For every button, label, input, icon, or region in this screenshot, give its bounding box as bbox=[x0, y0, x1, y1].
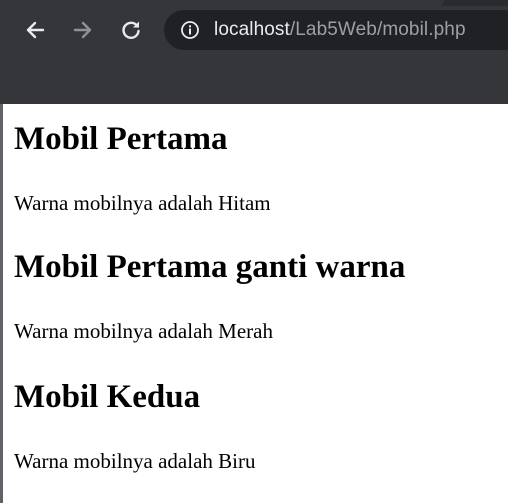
car-heading: Mobil Pertama bbox=[14, 121, 228, 157]
active-tab-edge bbox=[0, 0, 444, 6]
car-heading: Mobil Pertama ganti warna bbox=[14, 249, 406, 285]
address-bar[interactable]: localhost/Lab5Web/mobil.php bbox=[164, 10, 508, 50]
car-color-text: Warna mobilnya adalah Hitam bbox=[14, 191, 271, 215]
back-button[interactable] bbox=[18, 13, 52, 47]
tab-strip bbox=[0, 0, 508, 6]
car-color-text: Warna mobilnya adalah Biru bbox=[14, 449, 256, 473]
car-color-text: Warna mobilnya adalah Merah bbox=[14, 319, 273, 343]
url-path: /Lab5Web/mobil.php bbox=[289, 19, 466, 40]
forward-button[interactable] bbox=[66, 13, 100, 47]
browser-toolbar: localhost/Lab5Web/mobil.php bbox=[0, 0, 508, 104]
reload-icon bbox=[122, 21, 140, 39]
arrow-right-icon bbox=[73, 21, 92, 39]
window-left-border bbox=[0, 104, 3, 503]
reload-button[interactable] bbox=[114, 13, 148, 47]
url-text[interactable]: localhost/Lab5Web/mobil.php bbox=[214, 19, 466, 41]
url-host: localhost bbox=[214, 19, 290, 40]
info-icon[interactable] bbox=[180, 20, 200, 40]
arrow-left-icon bbox=[26, 21, 45, 39]
car-heading: Mobil Kedua bbox=[14, 379, 201, 415]
